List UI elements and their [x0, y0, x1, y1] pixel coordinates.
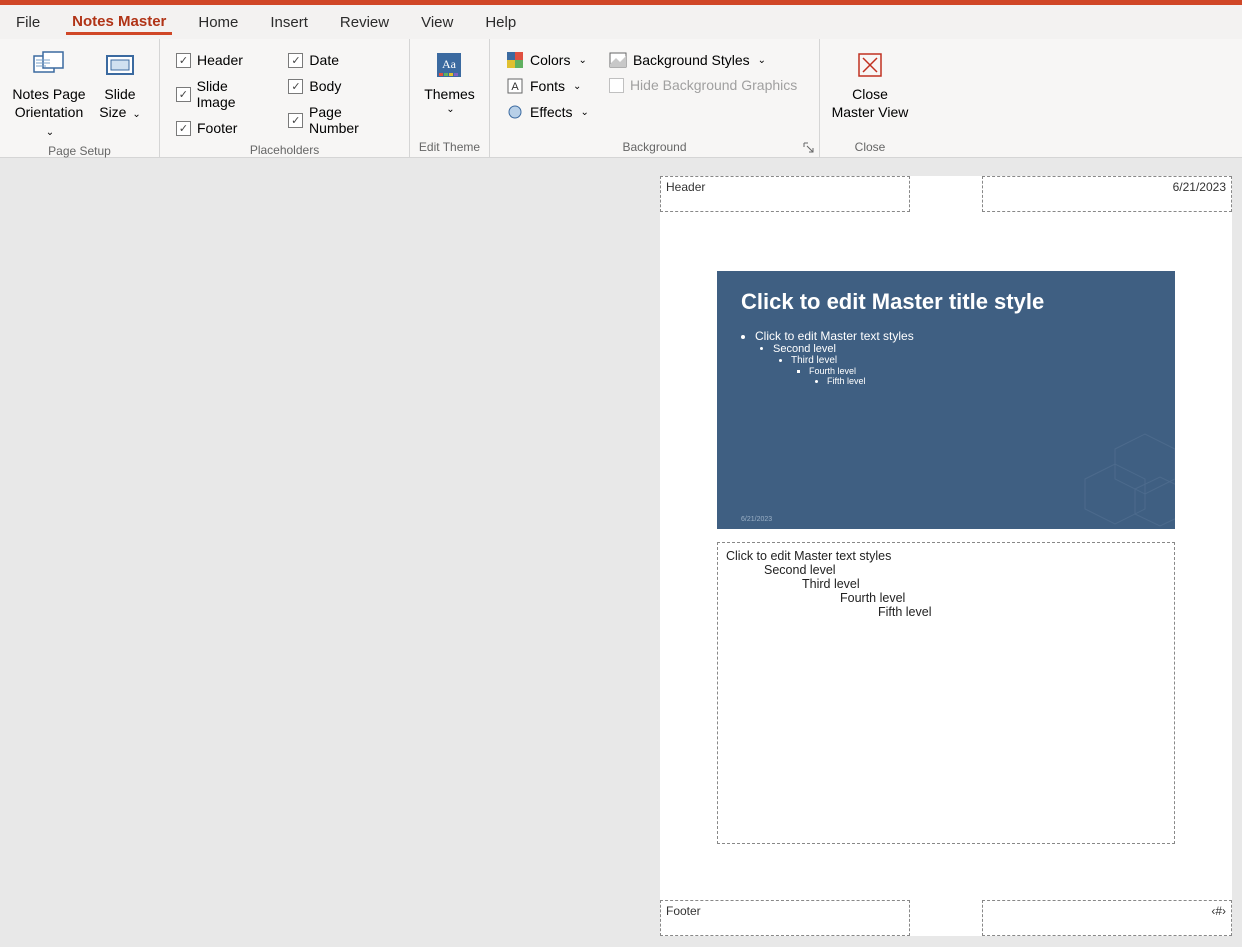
placeholder-pagenumber-label: Page Number [309, 104, 393, 136]
menu-notes-master[interactable]: Notes Master [66, 9, 172, 35]
menu-home[interactable]: Home [192, 10, 244, 35]
group-placeholders: Header Slide Image Footer Date [160, 39, 410, 157]
slide-title: Click to edit Master title style [741, 289, 1151, 315]
decorative-lines-icon [995, 409, 1175, 529]
group-label-close: Close [826, 138, 914, 157]
checkbox-icon [176, 87, 191, 102]
checkbox-icon [288, 113, 303, 128]
placeholder-header-label: Header [197, 52, 243, 68]
checkbox-icon [288, 53, 303, 68]
effects-label: Effects [530, 104, 573, 120]
hide-bg-label: Hide Background Graphics [630, 77, 797, 93]
body-placeholder[interactable]: Click to edit Master text styles Second … [717, 542, 1175, 844]
background-styles-button[interactable]: Background Styles ⌄ [605, 49, 801, 71]
chevron-down-icon: ⌄ [578, 55, 586, 66]
date-text: 6/21/2023 [1173, 180, 1226, 194]
body-level-2: Second level [764, 563, 1166, 577]
background-styles-icon [609, 51, 627, 69]
fonts-label: Fonts [530, 78, 565, 94]
colors-icon [506, 51, 524, 69]
notes-orientation-label: Notes PageOrientation ⌄ [10, 85, 88, 140]
colors-button[interactable]: Colors ⌄ [502, 49, 593, 71]
effects-icon [506, 103, 524, 121]
placeholder-pagenumber-check[interactable]: Page Number [284, 101, 397, 139]
colors-label: Colors [530, 52, 570, 68]
date-placeholder[interactable]: 6/21/2023 [982, 176, 1232, 212]
group-label-edit-theme: Edit Theme [416, 138, 483, 157]
checkbox-icon [176, 53, 191, 68]
notes-page-orientation-button[interactable]: Notes PageOrientation ⌄ [6, 47, 92, 142]
hide-background-check: Hide Background Graphics [605, 75, 801, 95]
checkbox-icon [176, 121, 191, 136]
group-page-setup: Notes PageOrientation ⌄ SlideSize ⌄ Page… [0, 39, 160, 157]
slide-size-icon [102, 49, 138, 81]
menu-file[interactable]: File [10, 10, 46, 35]
menu-insert[interactable]: Insert [264, 10, 314, 35]
svg-text:Aa: Aa [442, 57, 457, 71]
placeholder-date-label: Date [309, 52, 339, 68]
themes-icon: Aa [431, 49, 467, 81]
placeholder-body-label: Body [309, 78, 341, 94]
close-master-view-button[interactable]: CloseMaster View [828, 47, 913, 123]
placeholder-slideimage-label: Slide Image [197, 78, 269, 110]
chevron-down-icon: ⌄ [758, 55, 766, 66]
pagenum-text: ‹#› [1211, 904, 1226, 918]
body-level-3: Third level [802, 577, 1166, 591]
themes-label: Themes [424, 85, 475, 103]
chevron-down-icon: ⌄ [446, 103, 454, 116]
group-label-background: Background [496, 138, 813, 157]
chevron-down-icon: ⌄ [573, 81, 581, 92]
ribbon: Notes PageOrientation ⌄ SlideSize ⌄ Page… [0, 39, 1242, 158]
footer-text: Footer [666, 904, 701, 918]
dialog-launcher-icon[interactable] [803, 141, 815, 153]
placeholder-date-check[interactable]: Date [284, 49, 397, 71]
effects-button[interactable]: Effects ⌄ [502, 101, 593, 123]
fonts-button[interactable]: A Fonts ⌄ [502, 75, 593, 97]
chevron-down-icon: ⌄ [581, 107, 589, 118]
header-placeholder[interactable]: Header [660, 176, 910, 212]
slide-size-button[interactable]: SlideSize ⌄ [92, 47, 148, 123]
checkbox-icon [288, 79, 303, 94]
placeholder-slide-image-check[interactable]: Slide Image [172, 75, 272, 113]
body-level-5: Fifth level [878, 605, 1166, 619]
fonts-icon: A [506, 77, 524, 95]
svg-text:A: A [511, 81, 519, 93]
slide-size-label: SlideSize ⌄ [99, 85, 141, 121]
themes-button[interactable]: Aa Themes ⌄ [420, 47, 479, 118]
slide-text-levels: Click to edit Master text styles Second … [741, 329, 1151, 386]
group-edit-theme: Aa Themes ⌄ Edit Theme [410, 39, 490, 157]
menu-review[interactable]: Review [334, 10, 395, 35]
slide-tiny-date: 6/21/2023 [741, 516, 772, 523]
page-number-placeholder[interactable]: ‹#› [982, 900, 1232, 936]
body-level-4: Fourth level [840, 591, 1166, 605]
slide-image-placeholder[interactable]: Click to edit Master title style Click t… [717, 271, 1175, 529]
bg-styles-label: Background Styles [633, 52, 750, 68]
workspace[interactable]: Header 6/21/2023 Click to edit Master ti… [0, 158, 1242, 947]
group-close: CloseMaster View Close [820, 39, 920, 157]
placeholder-footer-check[interactable]: Footer [172, 117, 272, 139]
notes-page[interactable]: Header 6/21/2023 Click to edit Master ti… [660, 176, 1232, 936]
menu-help[interactable]: Help [479, 10, 522, 35]
menu-bar: File Notes Master Home Insert Review Vie… [0, 5, 1242, 39]
body-level-1: Click to edit Master text styles [726, 549, 1166, 563]
placeholder-footer-label: Footer [197, 120, 237, 136]
menu-view[interactable]: View [415, 10, 459, 35]
placeholder-body-check[interactable]: Body [284, 75, 397, 97]
checkbox-icon [609, 78, 624, 93]
orientation-icon [31, 49, 67, 81]
header-text: Header [666, 180, 705, 194]
close-icon [852, 49, 888, 81]
footer-placeholder[interactable]: Footer [660, 900, 910, 936]
placeholder-header-check[interactable]: Header [172, 49, 272, 71]
close-master-label: CloseMaster View [832, 85, 909, 121]
group-background: Colors ⌄ A Fonts ⌄ Effects ⌄ [490, 39, 820, 157]
